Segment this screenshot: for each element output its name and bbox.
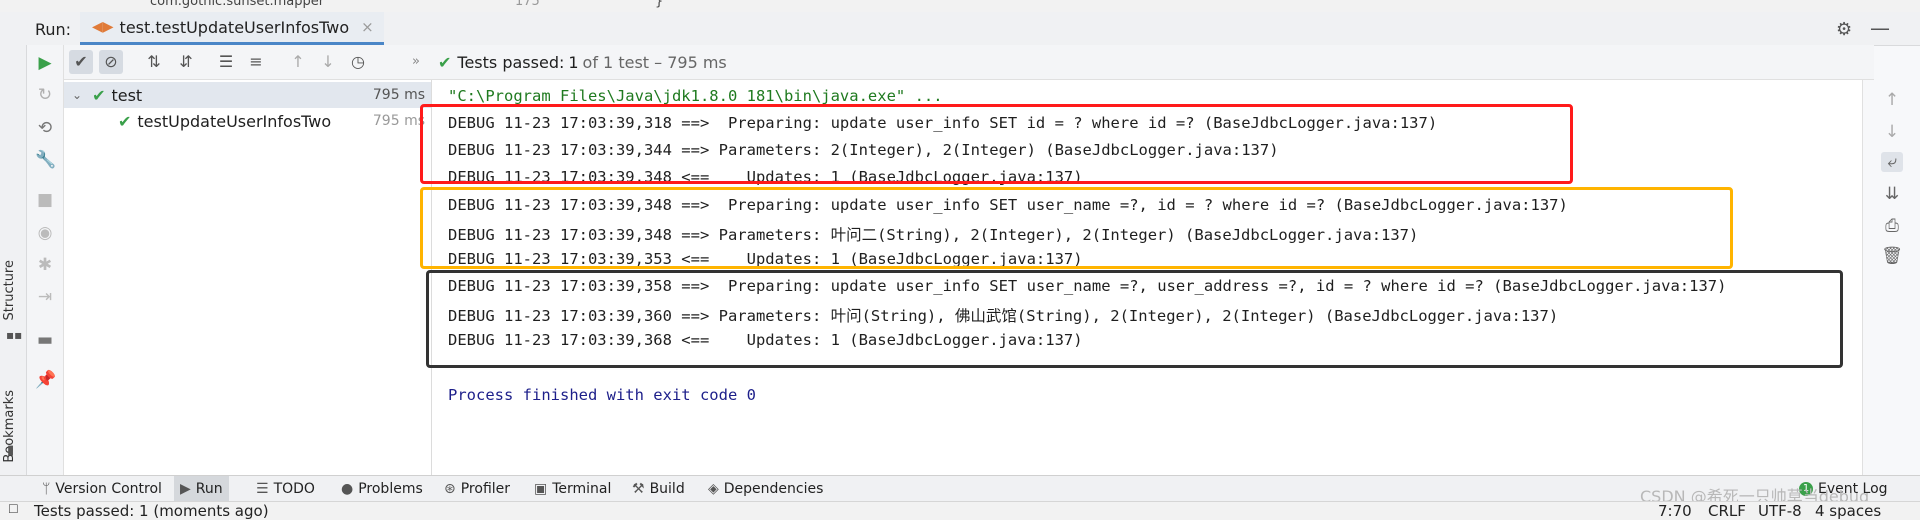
annotation-box-red [420, 104, 1573, 184]
login-icon[interactable]: ⇥ [35, 287, 55, 307]
tab-label: Problems [358, 481, 423, 497]
tree-row-testUpdateUserInfosTwo[interactable]: ✔ testUpdateUserInfosTwo 795 ms [64, 108, 431, 134]
toggle-auto-test-icon[interactable]: ⟲ [35, 118, 55, 138]
tree-time: 795 ms [372, 113, 425, 129]
tree-label: testUpdateUserInfosTwo [137, 111, 332, 131]
structure-icon: ▪▪ [6, 328, 23, 342]
run-label: Run: [35, 20, 72, 39]
status-text: Tests passed: [457, 52, 565, 72]
list-icon: ☰ [256, 481, 269, 497]
bookmark-icon: ▮ [7, 443, 15, 458]
test-tree: ⌄ ✔ test 795 ms ✔ testUpdateUserInfosTwo… [64, 80, 432, 475]
passed-check-icon: ✔ [118, 111, 132, 131]
hammer-icon: ⚒ [632, 481, 645, 497]
structure-tab[interactable]: Structure [2, 260, 17, 320]
tree-time: 795 ms [372, 87, 425, 103]
tree-label: test [111, 85, 143, 105]
tab-label: Version Control [55, 481, 162, 497]
tab-label: Profiler [460, 481, 511, 497]
line-number: 175 [515, 0, 540, 9]
test-history-icon[interactable]: ◷ [346, 50, 370, 74]
sort-duration-icon[interactable]: ⇵ [174, 50, 198, 74]
camera-icon[interactable]: ◉ [35, 223, 55, 243]
next-failed-icon[interactable]: ↓ [316, 50, 340, 74]
wrench-icon[interactable]: 🔧 [35, 150, 56, 170]
show-passed-icon[interactable]: ✔ [69, 50, 93, 74]
more-icon[interactable]: » [404, 50, 428, 74]
show-ignored-icon[interactable]: ⊘ [99, 50, 123, 74]
tab-terminal[interactable]: ▣ Terminal [528, 476, 617, 502]
gear-icon[interactable]: ⚙ [1836, 19, 1852, 40]
stop-icon[interactable]: ■ [35, 190, 55, 210]
test-status-line: ✔ Tests passed: 1 of 1 test – 795 ms [434, 45, 1874, 80]
play-icon: ▶ [180, 481, 191, 497]
brace: } [655, 0, 664, 9]
tab-profiler[interactable]: ⊛ Profiler [438, 476, 516, 502]
info-icon: ● [341, 481, 354, 497]
sort-alpha-icon[interactable]: ⇅ [142, 50, 166, 74]
scroll-down-icon[interactable]: ↓ [1881, 122, 1903, 142]
status-message[interactable]: Tests passed: 1 (moments ago) [34, 502, 269, 520]
annotation-box-orange [420, 187, 1733, 269]
prev-failed-icon[interactable]: ↑ [286, 50, 310, 74]
console-command-line: "C:\Program Files\Java\jdk1.8.0_181\bin\… [448, 87, 943, 105]
profiler-icon: ⊛ [444, 481, 456, 497]
left-tool-strip: Structure ▪▪ Bookmarks ▮ [0, 45, 27, 475]
junit-icon: ◀▶ [92, 19, 114, 35]
trash-icon[interactable]: 🗑 [1881, 246, 1903, 266]
close-icon[interactable]: × [361, 18, 374, 36]
branch-icon: ᛘ [42, 481, 51, 497]
test-toolbar: ✔ ⊘ ⇅ ⇵ ☰ ≡ ↑ ↓ ◷ » [64, 45, 434, 80]
rerun-failed-icon[interactable]: ↻ [35, 85, 55, 105]
run-config-title: test.testUpdateUserInfosTwo [119, 17, 350, 37]
chevron-down-icon[interactable]: ⌄ [72, 88, 82, 102]
console-output[interactable]: "C:\Program Files\Java\jdk1.8.0_181\bin\… [420, 80, 1862, 475]
layout-icon[interactable]: ▬ [35, 330, 55, 350]
console-actions-column: ↑ ↓ ⤶ ⇊ ⎙ 🗑 [1862, 80, 1920, 475]
debug-icon[interactable]: ✱ [35, 255, 55, 275]
pin-icon[interactable]: 📌 [35, 370, 56, 390]
scroll-to-end-icon[interactable]: ⇊ [1881, 184, 1903, 204]
tab-label: TODO [273, 481, 315, 497]
tab-label: Run [195, 481, 223, 497]
run-config-tab[interactable]: ◀▶ test.testUpdateUserInfosTwo × [80, 12, 384, 45]
expand-all-icon[interactable]: ☰ [214, 50, 238, 74]
run-actions-column: ▶ ↻ ⟲ 🔧 ■ ◉ ✱ ⇥ ▬ 📌 [27, 45, 64, 475]
success-check-icon: ✔ [438, 52, 452, 72]
file-encoding[interactable]: UTF-8 [1758, 502, 1802, 520]
status-square-icon[interactable]: ☐ [8, 502, 19, 516]
tab-label: Build [649, 481, 685, 497]
process-finished-line: Process finished with exit code 0 [448, 386, 756, 404]
tree-row-test[interactable]: ⌄ ✔ test 795 ms [64, 82, 431, 108]
tab-run[interactable]: ▶ Run [174, 476, 229, 502]
tab-build[interactable]: ⚒ Build [626, 476, 691, 502]
minimize-icon[interactable]: — [1870, 16, 1890, 40]
status-count: 1 [568, 52, 579, 72]
line-separator[interactable]: CRLF [1708, 502, 1746, 520]
soft-wrap-icon[interactable]: ⤶ [1881, 152, 1903, 172]
tab-todo[interactable]: ☰ TODO [250, 476, 321, 502]
tab-version-control[interactable]: ᛘ Version Control [36, 476, 168, 502]
caret-position[interactable]: 7:70 [1658, 502, 1692, 520]
tab-label: Dependencies [723, 481, 824, 497]
scroll-up-icon[interactable]: ↑ [1881, 90, 1903, 110]
layers-icon: ◈ [708, 481, 719, 497]
folder-path: com.gothic.sunset.mapper [150, 0, 325, 9]
tab-problems[interactable]: ● Problems [335, 476, 429, 502]
passed-check-icon: ✔ [92, 85, 106, 105]
bottom-tool-bar: ᛘ Version Control ▶ Run ☰ TODO ● Problem… [0, 475, 1920, 502]
collapse-all-icon[interactable]: ≡ [244, 50, 268, 74]
status-bar: ☐ Tests passed: 1 (moments ago) 7:70 CRL… [0, 501, 1920, 520]
annotation-box-black [426, 270, 1843, 368]
tab-dependencies[interactable]: ◈ Dependencies [702, 476, 829, 502]
run-tool-header: Run: ◀▶ test.testUpdateUserInfosTwo × ⚙ … [0, 12, 1920, 46]
terminal-icon: ▣ [534, 481, 548, 497]
status-detail: of 1 test – 795 ms [582, 52, 727, 72]
rerun-icon[interactable]: ▶ [35, 53, 55, 73]
print-icon[interactable]: ⎙ [1881, 216, 1903, 236]
indent-setting[interactable]: 4 spaces [1815, 502, 1881, 520]
tab-label: Terminal [552, 481, 612, 497]
